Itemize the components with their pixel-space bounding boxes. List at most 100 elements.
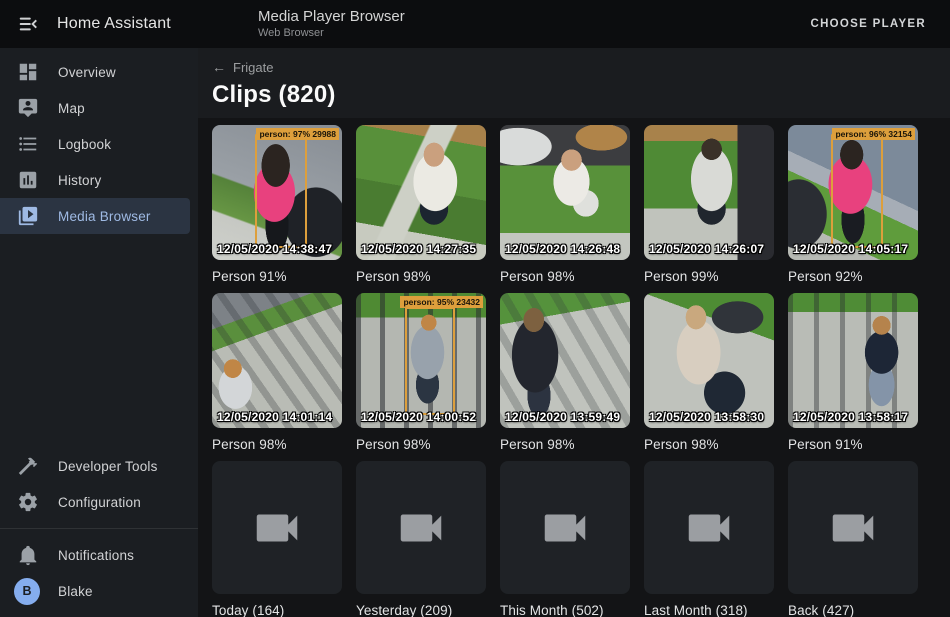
clip-caption: Person 98% xyxy=(356,260,486,293)
clip-card[interactable]: 12/05/2020 13:59:49 Person 98% xyxy=(500,293,630,461)
sidebar-item-label: Notifications xyxy=(58,548,134,563)
detection-tag: person: 97% 29988 xyxy=(256,128,339,140)
list-bulleted-icon xyxy=(16,132,40,156)
sidebar-item-label: History xyxy=(58,173,101,188)
menu-open-icon xyxy=(17,13,39,35)
clip-thumbnail: person: 95% 23432 12/05/2020 14:00:52 xyxy=(356,293,486,428)
clip-caption: Person 98% xyxy=(356,428,486,461)
clip-card[interactable]: 12/05/2020 13:58:17 Person 91% xyxy=(788,293,918,461)
clip-caption: Person 91% xyxy=(788,428,918,461)
folder-card-yesterday[interactable]: Yesterday (209) xyxy=(356,461,486,617)
clip-thumbnail: 12/05/2020 14:27:35 xyxy=(356,125,486,260)
sidebar-item-media-browser[interactable]: Media Browser xyxy=(0,198,190,234)
sidebar: Overview Map Logbook History xyxy=(0,48,198,617)
clip-thumbnail: 12/05/2020 13:59:49 xyxy=(500,293,630,428)
sidebar-toggle-button[interactable] xyxy=(8,4,48,44)
page-title: Clips (820) xyxy=(212,81,936,109)
clip-timestamp: 12/05/2020 14:26:48 xyxy=(505,242,620,256)
sidebar-item-overview[interactable]: Overview xyxy=(0,54,190,90)
media-browser-content: ← Frigate Clips (820) person: 97% 29988 … xyxy=(198,48,950,617)
folder-thumbnail xyxy=(788,461,918,594)
clip-card[interactable]: 12/05/2020 13:58:30 Person 98% xyxy=(644,293,774,461)
folder-thumbnail xyxy=(500,461,630,594)
clip-card[interactable]: 12/05/2020 14:27:35 Person 98% xyxy=(356,125,486,293)
clip-thumbnail: 12/05/2020 14:26:48 xyxy=(500,125,630,260)
clip-caption: Person 91% xyxy=(212,260,342,293)
clip-card[interactable]: person: 96% 32154 12/05/2020 14:05:17 Pe… xyxy=(788,125,918,293)
clip-timestamp: 12/05/2020 13:59:49 xyxy=(505,410,620,424)
clip-timestamp: 12/05/2020 14:38:47 xyxy=(217,242,332,256)
folder-label: Last Month (318) xyxy=(644,594,774,617)
chart-box-icon xyxy=(16,168,40,192)
sidebar-item-developer-tools[interactable]: Developer Tools xyxy=(0,448,190,484)
clip-card[interactable]: 12/05/2020 14:01:14 Person 98% xyxy=(212,293,342,461)
screen-title-block: Media Player Browser Web Browser xyxy=(258,8,405,40)
clip-thumbnail: 12/05/2020 13:58:30 xyxy=(644,293,774,428)
sidebar-item-history[interactable]: History xyxy=(0,162,190,198)
folder-card-this-month[interactable]: This Month (502) xyxy=(500,461,630,617)
folder-card-back[interactable]: Back (427) xyxy=(788,461,918,617)
clip-timestamp: 12/05/2020 13:58:17 xyxy=(793,410,908,424)
sidebar-item-label: Media Browser xyxy=(58,209,151,224)
clip-caption: Person 99% xyxy=(644,260,774,293)
detection-bbox xyxy=(831,134,883,247)
folder-label: Yesterday (209) xyxy=(356,594,486,617)
folder-card-today[interactable]: Today (164) xyxy=(212,461,342,617)
detection-tag: person: 96% 32154 xyxy=(832,128,915,140)
page-header: ← Frigate Clips (820) xyxy=(198,48,950,118)
app-title: Home Assistant xyxy=(57,15,171,33)
account-tooltip-icon xyxy=(16,96,40,120)
user-name: Blake xyxy=(58,584,93,599)
screen-subtitle: Web Browser xyxy=(258,26,405,40)
folder-label: Today (164) xyxy=(212,594,342,617)
clip-timestamp: 12/05/2020 14:27:35 xyxy=(361,242,476,256)
clip-caption: Person 98% xyxy=(500,428,630,461)
user-avatar: B xyxy=(16,579,40,603)
view-dashboard-icon xyxy=(16,60,40,84)
folder-thumbnail xyxy=(356,461,486,594)
clip-timestamp: 12/05/2020 14:00:52 xyxy=(361,410,476,424)
video-camera-icon xyxy=(826,501,880,555)
video-camera-icon xyxy=(538,501,592,555)
sidebar-item-logbook[interactable]: Logbook xyxy=(0,126,190,162)
sidebar-item-notifications[interactable]: Notifications xyxy=(0,537,190,573)
sidebar-item-label: Developer Tools xyxy=(58,459,158,474)
folder-card-last-month[interactable]: Last Month (318) xyxy=(644,461,774,617)
clip-card[interactable]: person: 95% 23432 12/05/2020 14:00:52 Pe… xyxy=(356,293,486,461)
home-assistant-app: Home Assistant Media Player Browser Web … xyxy=(0,0,950,617)
clip-thumbnail: 12/05/2020 13:58:17 xyxy=(788,293,918,428)
play-box-multiple-icon xyxy=(16,204,40,228)
top-app-bar: Home Assistant Media Player Browser Web … xyxy=(0,0,950,48)
clip-thumbnail: 12/05/2020 14:01:14 xyxy=(212,293,342,428)
clip-caption: Person 92% xyxy=(788,260,918,293)
clip-caption: Person 98% xyxy=(500,260,630,293)
clip-thumbnail: person: 96% 32154 12/05/2020 14:05:17 xyxy=(788,125,918,260)
breadcrumb-back-frigate[interactable]: ← Frigate xyxy=(212,57,273,77)
back-arrow-icon: ← xyxy=(212,59,226,75)
breadcrumb-label: Frigate xyxy=(233,60,273,75)
gear-icon xyxy=(16,490,40,514)
clip-timestamp: 12/05/2020 13:58:30 xyxy=(649,410,764,424)
sidebar-item-map[interactable]: Map xyxy=(0,90,190,126)
clips-grid: person: 97% 29988 12/05/2020 14:38:47 Pe… xyxy=(198,118,950,617)
sidebar-item-profile[interactable]: B Blake xyxy=(0,573,190,609)
sidebar-item-label: Configuration xyxy=(58,495,141,510)
clip-timestamp: 12/05/2020 14:05:17 xyxy=(793,242,908,256)
clip-card[interactable]: 12/05/2020 14:26:48 Person 98% xyxy=(500,125,630,293)
folder-thumbnail xyxy=(644,461,774,594)
detection-bbox xyxy=(255,134,307,247)
clip-thumbnail: person: 97% 29988 12/05/2020 14:38:47 xyxy=(212,125,342,260)
folder-label: This Month (502) xyxy=(500,594,630,617)
folder-thumbnail xyxy=(212,461,342,594)
sidebar-item-configuration[interactable]: Configuration xyxy=(0,484,190,520)
clips-row-2: 12/05/2020 14:01:14 Person 98% person: 9… xyxy=(212,293,936,461)
bell-icon xyxy=(16,543,40,567)
sidebar-item-label: Map xyxy=(58,101,85,116)
clip-card[interactable]: person: 97% 29988 12/05/2020 14:38:47 Pe… xyxy=(212,125,342,293)
clip-card[interactable]: 12/05/2020 14:26:07 Person 99% xyxy=(644,125,774,293)
choose-player-button[interactable]: CHOOSE PLAYER xyxy=(802,10,934,38)
sidebar-item-label: Logbook xyxy=(58,137,111,152)
avatar-initial: B xyxy=(14,578,40,605)
clip-timestamp: 12/05/2020 14:26:07 xyxy=(649,242,764,256)
sidebar-divider xyxy=(0,528,198,529)
